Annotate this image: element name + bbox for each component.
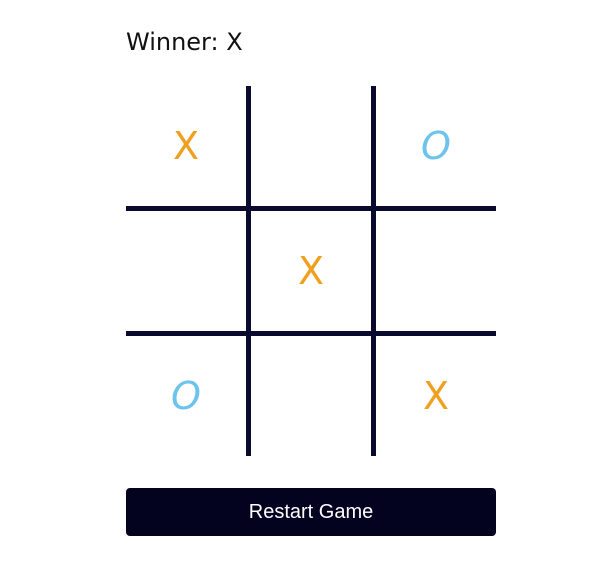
- winner-label: Winner:: [126, 28, 219, 56]
- cell-mark: O: [171, 374, 201, 418]
- board-cell[interactable]: [376, 211, 496, 331]
- board-cell[interactable]: X: [126, 86, 246, 206]
- game-board: X O X O X: [126, 86, 496, 456]
- cell-mark: X: [422, 374, 450, 418]
- board-cell[interactable]: [251, 86, 371, 206]
- cell-mark: X: [172, 124, 200, 168]
- board-cell[interactable]: X: [251, 211, 371, 331]
- cell-mark: O: [421, 124, 451, 168]
- restart-game-button[interactable]: Restart Game: [126, 488, 496, 536]
- winner-value: X: [226, 28, 243, 56]
- winner-status: Winner: X: [126, 26, 243, 58]
- board-cell[interactable]: O: [376, 86, 496, 206]
- board-cell[interactable]: O: [126, 336, 246, 456]
- board-cell[interactable]: [126, 211, 246, 331]
- board-cell[interactable]: [251, 336, 371, 456]
- board-cell[interactable]: X: [376, 336, 496, 456]
- cell-mark: X: [297, 249, 325, 293]
